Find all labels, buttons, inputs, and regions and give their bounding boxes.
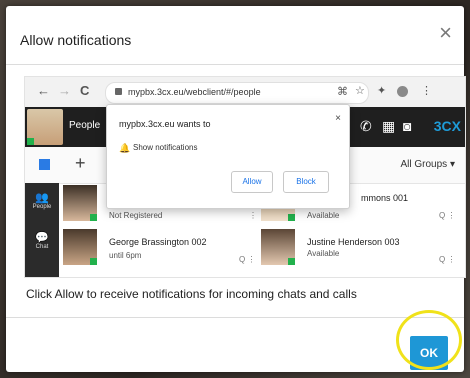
people-label: People [69, 120, 101, 131]
back-icon: ← [37, 83, 50, 98]
divider [6, 64, 464, 65]
presence-indicator [288, 214, 295, 221]
contact-card: George Brassington 002 until 6pm Q ⋮ [63, 229, 259, 269]
notification-permission-prompt: mypbx.3cx.eu wants to × 🔔 Show notificat… [106, 104, 350, 209]
people-icon: 👥 [35, 192, 49, 204]
rail-item-label: Chat [35, 244, 49, 250]
phone-icon: ✆ [360, 118, 372, 134]
presence-indicator [90, 258, 97, 265]
rail-item-label: People [32, 204, 52, 210]
contact-name: Justine Henderson 003 [307, 237, 400, 247]
voicemail-icon: ▦ [382, 118, 396, 134]
recordings-icon: ◙ [403, 118, 412, 134]
contact-status: Available [307, 249, 340, 258]
brand-logo: 3CX [433, 118, 461, 134]
left-rail: 👥 People 💬 Chat [25, 183, 59, 277]
presence-indicator [27, 138, 34, 145]
block-button[interactable]: Block [283, 171, 329, 193]
dialog-title: Allow notifications [20, 32, 132, 48]
groups-label: All Groups [400, 159, 448, 170]
groups-dropdown: All Groups ▾ [400, 159, 456, 170]
contact-status: Not Registered [109, 211, 163, 220]
presence-indicator [90, 214, 97, 221]
presence-indicator [288, 258, 295, 265]
browser-toolbar: ← → C mypbx.3cx.eu/webclient/#/people ⌘ … [25, 77, 465, 107]
search-icon: Q ⋮ [439, 255, 456, 264]
contact-name: George Brassington 002 [109, 237, 207, 247]
reload-icon: C [80, 83, 90, 98]
contact-status: until 6pm [109, 251, 142, 260]
contact-status: Available [307, 211, 340, 220]
allow-notifications-dialog: Allow notifications × ← → C mypbx.3cx.eu… [6, 6, 466, 372]
ok-button[interactable]: OK [410, 336, 448, 370]
permission-description: Show notifications [133, 143, 198, 152]
contact-card: Justine Henderson 003 Available Q ⋮ [261, 229, 461, 269]
bell-icon: 🔔 [119, 143, 131, 153]
grid-view-icon [39, 159, 50, 170]
contact-name: mmons 001 [361, 193, 409, 203]
menu-icon: ⋮ [421, 85, 432, 97]
forward-icon: → [58, 83, 71, 98]
info-text: Click Allow to receive notifications for… [26, 287, 357, 301]
rail-item-people: 👥 People [25, 191, 59, 210]
add-contact-icon: + [75, 153, 86, 173]
url-bar: mypbx.3cx.eu/webclient/#/people [105, 82, 369, 104]
close-icon[interactable]: × [335, 113, 341, 124]
chat-icon: 💬 [35, 232, 49, 244]
lock-icon [115, 88, 122, 95]
profile-icon [397, 86, 408, 97]
tab-search-icon: ⌘ [337, 86, 348, 98]
star-icon: ☆ [355, 85, 365, 97]
close-icon[interactable]: × [439, 22, 452, 44]
permission-site: mypbx.3cx.eu wants to [119, 119, 211, 129]
divider [6, 317, 464, 318]
rail-item-chat: 💬 Chat [25, 231, 59, 250]
search-icon: Q ⋮ [439, 211, 456, 220]
allow-button[interactable]: Allow [231, 171, 273, 193]
search-icon: Q ⋮ [239, 255, 256, 264]
extensions-icon: ✦ [377, 85, 387, 97]
url-text: mypbx.3cx.eu/webclient/#/people [128, 87, 261, 97]
more-icon: ⋮ [249, 211, 257, 220]
